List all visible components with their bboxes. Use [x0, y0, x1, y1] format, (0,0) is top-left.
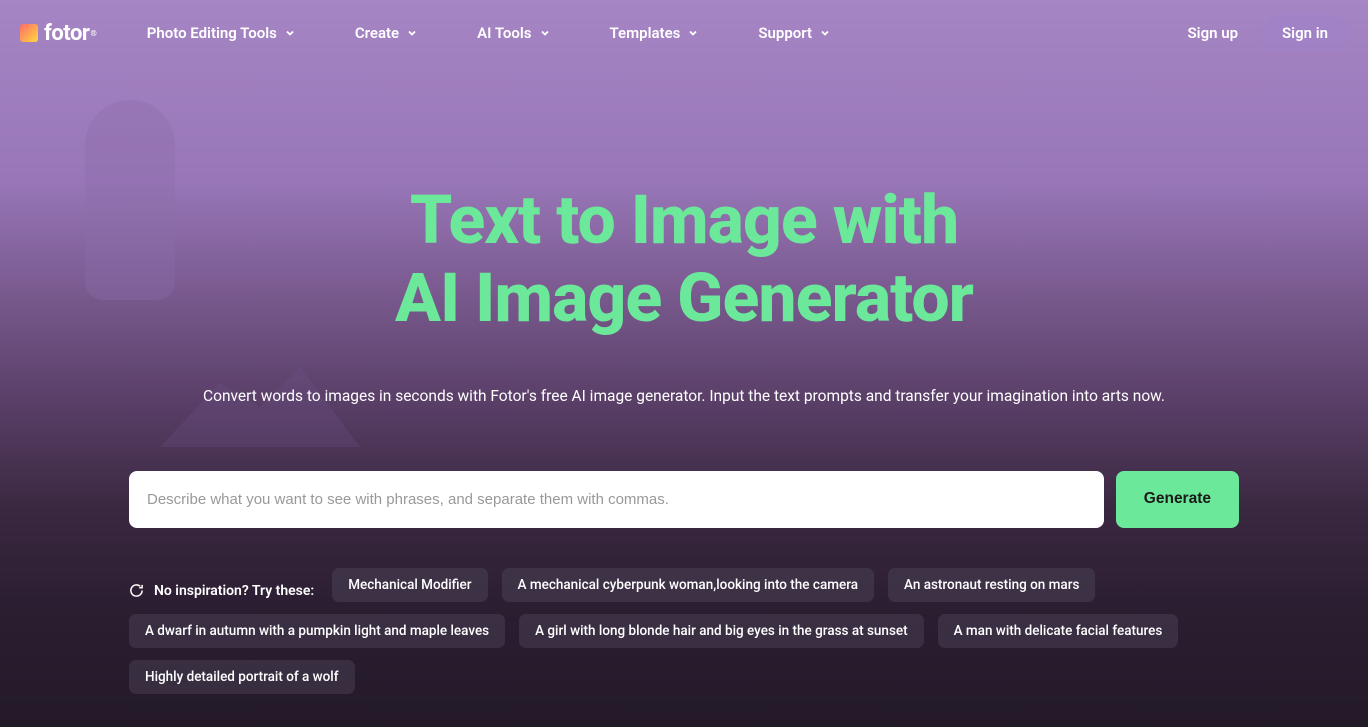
signin-button[interactable]: Sign in	[1262, 14, 1348, 52]
input-section: Generate	[119, 471, 1249, 528]
nav-label: Templates	[610, 24, 681, 42]
prompt-input[interactable]	[129, 471, 1104, 528]
chevron-down-icon	[407, 28, 417, 38]
chevron-down-icon	[688, 28, 698, 38]
suggestions-section: No inspiration? Try these: Mechanical Mo…	[119, 568, 1249, 706]
nav-label: Photo Editing Tools	[147, 24, 277, 42]
hero-subtitle: Convert words to images in seconds with …	[0, 385, 1368, 408]
suggestions-header-text: No inspiration? Try these:	[154, 583, 314, 599]
main-header: fotor ® Photo Editing Tools Create AI To…	[0, 0, 1368, 66]
logo-icon	[20, 24, 38, 42]
nav-label: Support	[758, 24, 812, 42]
nav-label: Create	[355, 24, 399, 42]
nav-photo-editing-tools[interactable]: Photo Editing Tools	[147, 24, 295, 42]
suggestion-chip[interactable]: A mechanical cyberpunk woman,looking int…	[502, 568, 875, 602]
chevron-down-icon	[820, 28, 830, 38]
logo[interactable]: fotor ®	[20, 21, 97, 46]
suggestion-chip[interactable]: A girl with long blonde hair and big eye…	[519, 614, 924, 648]
hero-title: Text to Image with AI Image Generator	[0, 181, 1368, 337]
suggestion-chip[interactable]: A man with delicate facial features	[938, 614, 1179, 648]
nav-create[interactable]: Create	[355, 24, 417, 42]
hero-title-line2: AI Image Generator	[0, 259, 1368, 337]
refresh-icon[interactable]	[129, 583, 144, 598]
hero-section: Text to Image with AI Image Generator Co…	[0, 66, 1368, 706]
suggestion-chip[interactable]: A dwarf in autumn with a pumpkin light a…	[129, 614, 505, 648]
suggestions-header: No inspiration? Try these:	[129, 583, 314, 599]
hero-title-line1: Text to Image with	[0, 181, 1368, 259]
logo-registered: ®	[90, 29, 96, 38]
logo-text: fotor	[44, 21, 89, 46]
main-nav: Photo Editing Tools Create AI Tools Temp…	[147, 24, 1176, 42]
chevron-down-icon	[540, 28, 550, 38]
suggestion-chip[interactable]: Mechanical Modifier	[332, 568, 487, 602]
nav-support[interactable]: Support	[758, 24, 830, 42]
nav-label: AI Tools	[477, 24, 531, 42]
auth-buttons: Sign up Sign in	[1176, 14, 1348, 52]
suggestion-chip[interactable]: An astronaut resting on mars	[888, 568, 1095, 602]
generate-button[interactable]: Generate	[1116, 471, 1239, 528]
suggestion-chip[interactable]: Highly detailed portrait of a wolf	[129, 660, 355, 694]
nav-templates[interactable]: Templates	[610, 24, 699, 42]
chevron-down-icon	[285, 28, 295, 38]
nav-ai-tools[interactable]: AI Tools	[477, 24, 549, 42]
signup-button[interactable]: Sign up	[1176, 14, 1251, 52]
